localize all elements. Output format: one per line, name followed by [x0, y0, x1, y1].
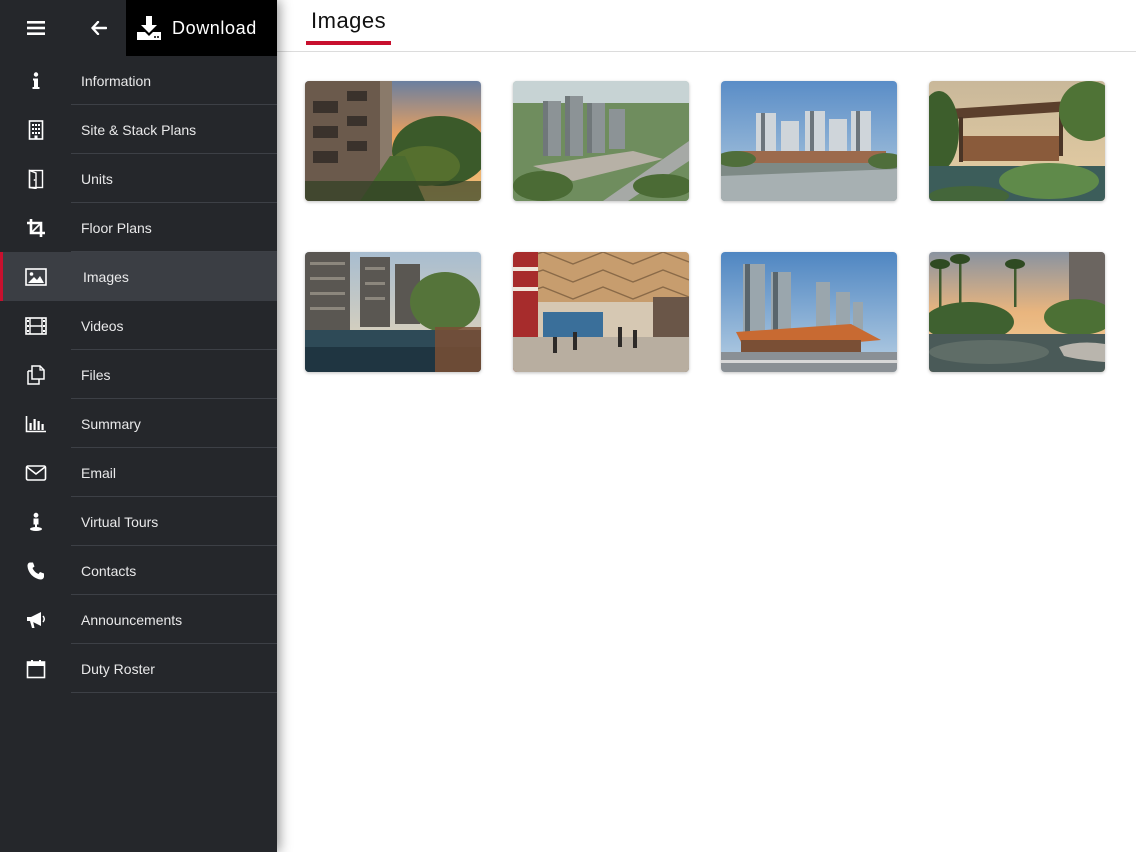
tab-images[interactable]: Images — [311, 8, 386, 34]
photo-aerial-towers — [513, 81, 689, 201]
back-button[interactable] — [72, 0, 126, 56]
sidebar-item-virtual-tours[interactable]: Virtual Tours — [0, 497, 277, 546]
calendar-icon — [26, 659, 46, 678]
sidebar-item-email[interactable]: Email — [0, 448, 277, 497]
gallery-thumbnail[interactable] — [513, 252, 689, 372]
sidebar-item-files[interactable]: Files — [0, 350, 277, 399]
sidebar-item-floor-plans[interactable]: Floor Plans — [0, 203, 277, 252]
sidebar-item-label: Videos — [81, 317, 124, 334]
sidebar-item-label: Virtual Tours — [81, 513, 159, 530]
gallery-thumbnail[interactable] — [305, 81, 481, 201]
main-content: Images — [277, 0, 1136, 852]
photo-condo-walkway-sunset — [305, 81, 481, 201]
arrow-left-icon — [91, 21, 107, 35]
photo-towers-daytime — [721, 81, 897, 201]
sidebar-item-label: Floor Plans — [81, 219, 152, 236]
sidebar-item-label: Site & Stack Plans — [81, 121, 197, 138]
sidebar-nav: Information Site & Stack Plans Units Flo… — [0, 56, 277, 693]
crop-icon — [27, 218, 45, 237]
gallery-thumbnail[interactable] — [305, 252, 481, 372]
sidebar-item-duty-roster[interactable]: Duty Roster — [0, 644, 277, 693]
gallery-thumbnail[interactable] — [513, 81, 689, 201]
sidebar-item-site-stack-plans[interactable]: Site & Stack Plans — [0, 105, 277, 154]
files-icon — [27, 364, 45, 385]
sidebar-item-announcements[interactable]: Announcements — [0, 595, 277, 644]
film-icon — [25, 316, 47, 335]
photo-mall-exterior — [721, 252, 897, 372]
gallery-thumbnail[interactable] — [721, 252, 897, 372]
sidebar-item-videos[interactable]: Videos — [0, 301, 277, 350]
sidebar-item-units[interactable]: Units — [0, 154, 277, 203]
sidebar-item-label: Email — [81, 464, 117, 481]
menu-button[interactable] — [0, 0, 72, 56]
sidebar-item-contacts[interactable]: Contacts — [0, 546, 277, 595]
info-icon — [32, 71, 40, 89]
image-icon — [25, 267, 47, 286]
sidebar-item-label: Contacts — [81, 562, 137, 579]
door-icon — [28, 168, 44, 189]
photo-pavilion-garden — [929, 81, 1105, 201]
hamburger-icon — [27, 21, 45, 35]
active-tab-indicator — [306, 41, 391, 45]
person-icon — [30, 512, 42, 531]
image-gallery — [305, 81, 1105, 372]
bar-chart-icon — [25, 415, 46, 432]
sidebar-item-images[interactable]: Images — [0, 252, 277, 301]
download-icon — [137, 16, 161, 40]
download-label: Download — [172, 17, 257, 38]
sidebar-item-label: Images — [83, 268, 129, 285]
download-button[interactable]: Download — [126, 0, 277, 56]
gallery-thumbnail[interactable] — [929, 81, 1105, 201]
gallery-thumbnail[interactable] — [929, 252, 1105, 372]
sidebar-item-label: Information — [81, 72, 152, 89]
sidebar-topbar: Download — [0, 0, 277, 56]
gallery-thumbnail[interactable] — [721, 81, 897, 201]
page-header: Images — [277, 0, 1136, 52]
photo-garden-pond — [929, 252, 1105, 372]
envelope-icon — [25, 464, 47, 481]
phone-icon — [27, 562, 44, 579]
sidebar-item-label: Files — [81, 366, 111, 383]
sidebar: Download Information Site & Stack Plans … — [0, 0, 277, 852]
photo-mall-interior — [513, 252, 689, 372]
sidebar-item-label: Duty Roster — [81, 660, 155, 677]
sidebar-item-label: Announcements — [81, 611, 183, 628]
building-icon — [28, 119, 44, 140]
sidebar-item-label: Units — [81, 170, 113, 187]
photo-pool-towers — [305, 252, 481, 372]
sidebar-item-summary[interactable]: Summary — [0, 399, 277, 448]
megaphone-icon — [27, 611, 45, 628]
sidebar-item-label: Summary — [81, 415, 141, 432]
sidebar-item-information[interactable]: Information — [0, 56, 277, 105]
